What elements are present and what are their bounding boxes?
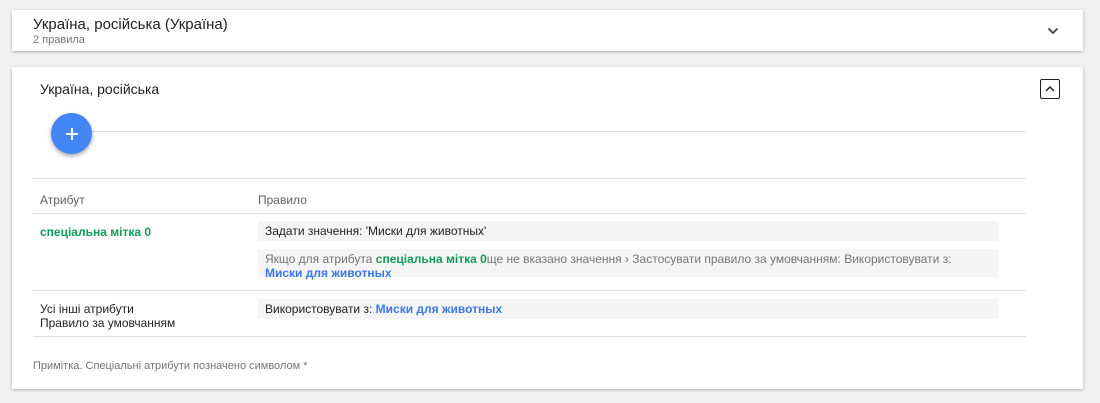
rule-note-middle: ще не вказано значення › Застосувати пра…	[486, 252, 952, 266]
attribute-special-label-0: спеціальна мітка 0	[40, 225, 152, 239]
plus-icon	[65, 127, 78, 140]
expanded-card-ukraine-russian: Україна, російська Атрибут Правило спеці…	[12, 67, 1083, 389]
collapsed-card-subtitle: 2 правила	[33, 34, 85, 46]
table-bottom-divider	[33, 336, 1026, 337]
rule-note-prefix: Якщо для атрибута	[265, 252, 376, 266]
table-header-attribute: Атрибут	[40, 193, 85, 207]
collapsed-card-ukraine-russian-ukraine[interactable]: Україна, російська (Україна) 2 правила	[12, 10, 1083, 51]
expanded-card-title: Україна, російська	[40, 81, 160, 97]
add-rule-button[interactable]	[51, 113, 92, 154]
chevron-up-icon	[1045, 85, 1055, 92]
collapse-button[interactable]	[1040, 79, 1060, 99]
rule-set-value-text: Задати значення: 'Миски для животных'	[265, 224, 487, 238]
table-header-divider	[33, 213, 1026, 214]
collapsed-card-title: Україна, російська (Україна)	[33, 16, 228, 33]
rule-note-source-link[interactable]: Миски для животных	[265, 266, 392, 280]
table-header-rule: Правило	[258, 193, 307, 207]
rule-fallback-note: Якщо для атрибута спеціальна мітка 0ще н…	[258, 249, 999, 280]
rule-default-source-link[interactable]: Миски для животных	[376, 302, 503, 316]
row-divider-1	[33, 290, 1026, 291]
attribute-all-others-label: Усі інші атрибути	[40, 302, 134, 316]
rule-note-attribute: спеціальна мітка 0	[375, 252, 487, 266]
attribute-all-others: Усі інші атрибути Правило за умовчанням	[40, 302, 175, 330]
rule-default-prefix: Використовувати з:	[265, 302, 376, 316]
attribute-default-rule-label: Правило за умовчанням	[40, 316, 176, 330]
chevron-down-icon[interactable]	[1045, 23, 1061, 39]
table-top-divider	[33, 178, 1026, 179]
rule-set-value: Задати значення: 'Миски для животных'	[258, 221, 999, 241]
fab-divider	[92, 131, 1026, 132]
rule-default-use: Використовувати з: Миски для животных	[258, 299, 999, 319]
footnote: Примітка. Спеціальні атрибути позначено …	[33, 360, 308, 372]
